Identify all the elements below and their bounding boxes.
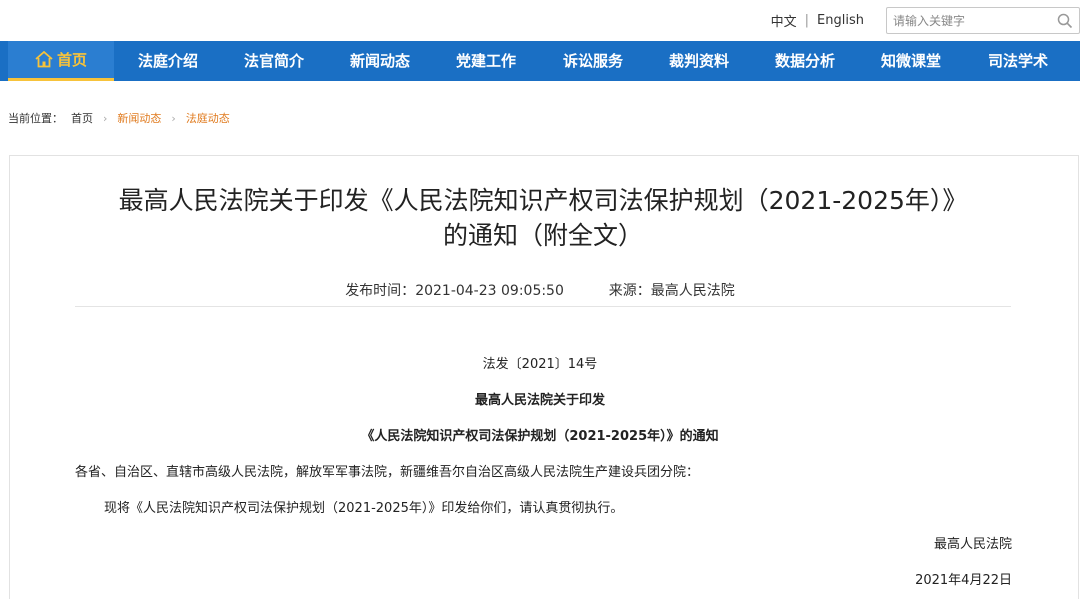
search-box xyxy=(886,7,1080,34)
source-label: 来源： xyxy=(608,283,651,299)
breadcrumb-court-news[interactable]: 法庭动态 xyxy=(186,110,230,126)
article-title-line2: 的通知（附全文） xyxy=(442,221,643,250)
lang-separator: | xyxy=(804,13,810,28)
breadcrumb-label: 当前位置： xyxy=(8,112,63,125)
language-switcher: 中文 | English xyxy=(771,11,864,30)
article-title-line1: 最高人民法院关于印发《人民法院知识产权司法保护规划（2021-2025年）》 xyxy=(118,186,968,215)
document-date: 2021年4月22日 xyxy=(915,573,1012,588)
nav-item-party[interactable]: 党建工作 xyxy=(436,41,536,81)
document-heading-line1: 最高人民法院关于印发 xyxy=(474,393,605,408)
nav-item-judgments[interactable]: 裁判资料 xyxy=(649,41,749,81)
lang-english-link[interactable]: English xyxy=(817,13,864,28)
document-number: 法发〔2021〕14号 xyxy=(482,357,598,372)
nav-item-home[interactable]: 首页 xyxy=(8,41,114,81)
search-icon[interactable] xyxy=(1057,13,1073,29)
main-nav: 首页 法庭介绍 法官简介 新闻动态 党建工作 诉讼服务 裁判资料 数据分析 知微… xyxy=(0,41,1080,81)
document-heading-line2: 《人民法院知识产权司法保护规划（2021-2025年）》的通知 xyxy=(361,429,719,444)
nav-item-court-intro[interactable]: 法庭介绍 xyxy=(118,41,218,81)
nav-home-label: 首页 xyxy=(56,51,87,69)
nav-item-data[interactable]: 数据分析 xyxy=(755,41,855,81)
nav-item-academic[interactable]: 司法学术 xyxy=(968,41,1068,81)
chevron-right-icon: › xyxy=(171,111,176,125)
chevron-right-icon: › xyxy=(103,111,108,125)
publish-time-label: 发布时间： xyxy=(345,283,416,299)
nav-item-classroom[interactable]: 知微课堂 xyxy=(861,41,961,81)
publish-time: 2021-04-23 09:05:50 xyxy=(415,283,564,299)
breadcrumb: 当前位置： 首页 › 新闻动态 › 法庭动态 xyxy=(8,110,230,126)
article-title: 最高人民法院关于印发《人民法院知识产权司法保护规划（2021-2025年）》 的… xyxy=(75,183,1011,253)
lang-chinese-link[interactable]: 中文 xyxy=(771,11,797,30)
top-bar: 中文 | English xyxy=(0,0,1080,41)
search-input[interactable] xyxy=(887,8,1053,33)
breadcrumb-news[interactable]: 新闻动态 xyxy=(117,110,161,126)
source-value: 最高人民法院 xyxy=(650,283,735,299)
home-icon xyxy=(35,51,53,68)
article-meta: 发布时间：2021-04-23 09:05:50 来源：最高人民法院 xyxy=(0,280,1080,300)
nav-item-judges[interactable]: 法官简介 xyxy=(224,41,324,81)
divider xyxy=(75,306,1011,307)
nav-item-news[interactable]: 新闻动态 xyxy=(330,41,430,81)
signature: 最高人民法院 xyxy=(933,537,1012,552)
breadcrumb-home[interactable]: 首页 xyxy=(71,110,93,126)
body-paragraph: 现将《人民法院知识产权司法保护规划（2021-2025年）》印发给你们，请认真贯… xyxy=(104,501,624,516)
nav-item-litigation[interactable]: 诉讼服务 xyxy=(543,41,643,81)
recipients-text: 各省、自治区、直辖市高级人民法院，解放军军事法院，新疆维吾尔自治区高级人民法院生… xyxy=(75,465,700,480)
